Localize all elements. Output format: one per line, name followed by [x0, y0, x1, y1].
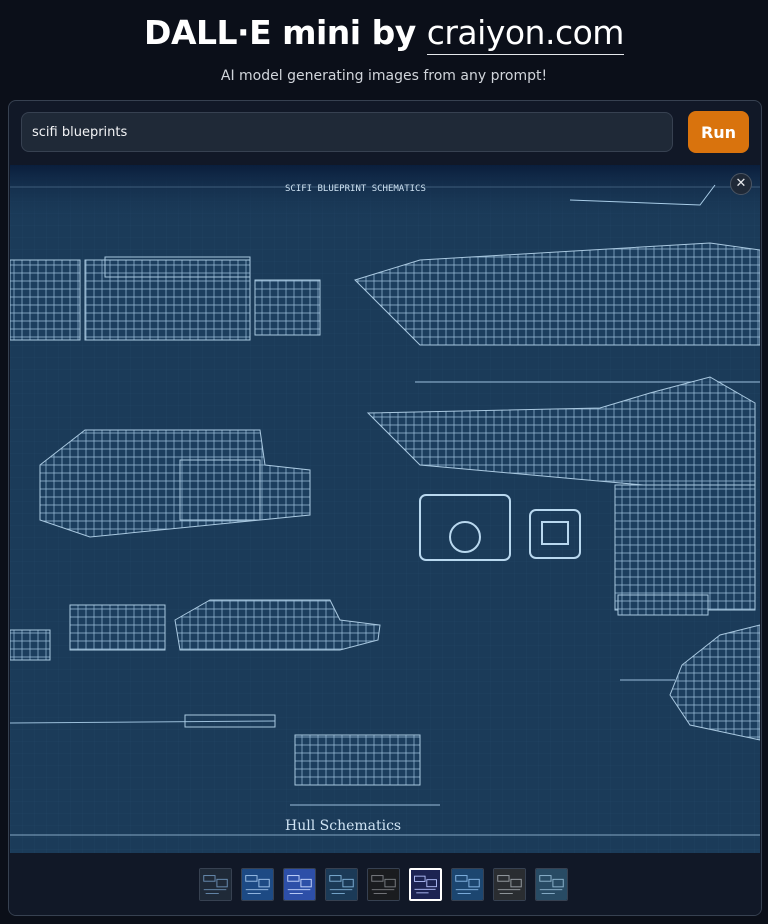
- image-gallery: SCIFI BLUEPRINT SCHEMATICS Hull Schemati…: [10, 165, 760, 853]
- thumbnail-list: [199, 868, 568, 901]
- thumbnail-9[interactable]: [535, 868, 568, 901]
- prompt-input[interactable]: [21, 112, 673, 152]
- thumbnail-7[interactable]: [451, 868, 484, 901]
- prompt-row: Run: [21, 111, 749, 155]
- thumbnail-5[interactable]: [367, 868, 400, 901]
- image-footer-text: Hull Schematics: [285, 818, 401, 834]
- thumbnail-2[interactable]: [241, 868, 274, 901]
- thumbnail-6[interactable]: [409, 868, 442, 901]
- page-title: DALL·E mini by craiyon.com: [0, 12, 768, 55]
- image-header-text: SCIFI BLUEPRINT SCHEMATICS: [285, 184, 426, 194]
- thumbnail-1[interactable]: [199, 868, 232, 901]
- header: DALL·E mini by craiyon.com AI model gene…: [0, 0, 768, 84]
- generator-panel: Run SCIFI BLUEPRINT SCHEMATICS: [8, 100, 762, 916]
- thumbnail-strip: [9, 853, 761, 915]
- thumbnail-3[interactable]: [283, 868, 316, 901]
- page-subtitle: AI model generating images from any prom…: [220, 68, 548, 84]
- generated-image: SCIFI BLUEPRINT SCHEMATICS Hull Schemati…: [10, 165, 760, 853]
- run-button[interactable]: Run: [688, 111, 749, 153]
- thumbnail-8[interactable]: [493, 868, 526, 901]
- thumbnail-4[interactable]: [325, 868, 358, 901]
- craiyon-link[interactable]: craiyon.com: [426, 13, 624, 55]
- title-prefix: DALL·E mini by: [144, 13, 427, 52]
- close-image-button[interactable]: ✕: [730, 173, 752, 195]
